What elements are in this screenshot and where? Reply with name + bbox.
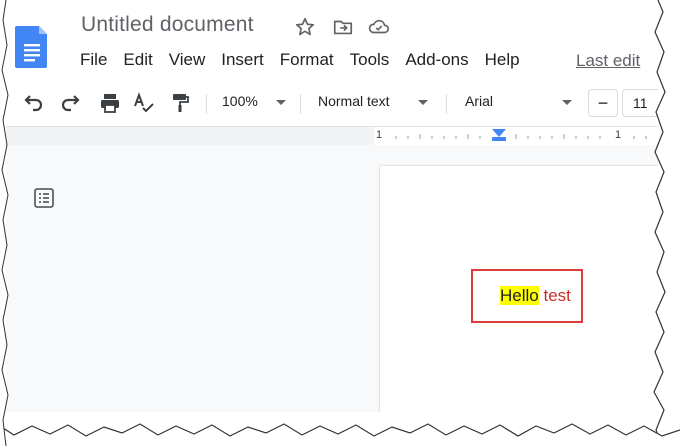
menu-view[interactable]: View [161,48,214,72]
toolbar-separator [300,94,301,114]
torn-edge-bottom [0,423,680,446]
ruler-label-right: 1 [615,129,622,141]
cloud-status-icon[interactable] [368,16,390,38]
menu-format[interactable]: Format [272,48,342,72]
redo-icon[interactable] [58,91,82,115]
menu-tools[interactable]: Tools [342,48,398,72]
screenshot-frame: Untitled document File Edit View Insert … [0,0,680,446]
document-title[interactable]: Untitled document [81,13,254,37]
star-icon[interactable] [294,16,316,38]
chevron-down-icon[interactable] [276,100,286,105]
document-outline-icon[interactable] [33,187,55,209]
menu-add-ons[interactable]: Add-ons [397,48,476,72]
toolbar-separator [206,94,207,114]
document-body-text[interactable]: Hello test [500,286,571,306]
font-size-input[interactable]: 11 [622,89,658,117]
menu-bar: File Edit View Insert Format Tools Add-o… [72,48,528,72]
highlighted-word[interactable]: Hello [500,286,539,305]
menu-insert[interactable]: Insert [213,48,272,72]
chevron-down-icon[interactable] [418,100,428,105]
menu-edit[interactable]: Edit [115,48,160,72]
toolbar: 100% Normal text Arial − 11 [18,86,658,120]
paragraph-style-select[interactable]: Normal text [318,93,390,109]
red-word[interactable]: test [543,286,570,305]
menu-help[interactable]: Help [477,48,528,72]
ruler-label-left: 1 [376,129,383,141]
google-docs-window: Untitled document File Edit View Insert … [6,6,658,412]
undo-icon[interactable] [22,91,46,115]
paint-format-icon[interactable] [168,91,192,115]
print-icon[interactable] [98,91,122,115]
move-to-folder-icon[interactable] [332,16,354,38]
zoom-select[interactable]: 100% [222,93,258,109]
decrease-font-size-button[interactable]: − [588,89,618,117]
menu-file[interactable]: File [72,48,115,72]
last-edit-link[interactable]: Last edit [576,51,640,71]
docs-logo-icon[interactable] [15,24,49,70]
font-select[interactable]: Arial [465,93,493,109]
spellcheck-icon[interactable] [132,91,156,115]
chevron-down-icon[interactable] [562,100,572,105]
toolbar-separator [446,94,447,114]
